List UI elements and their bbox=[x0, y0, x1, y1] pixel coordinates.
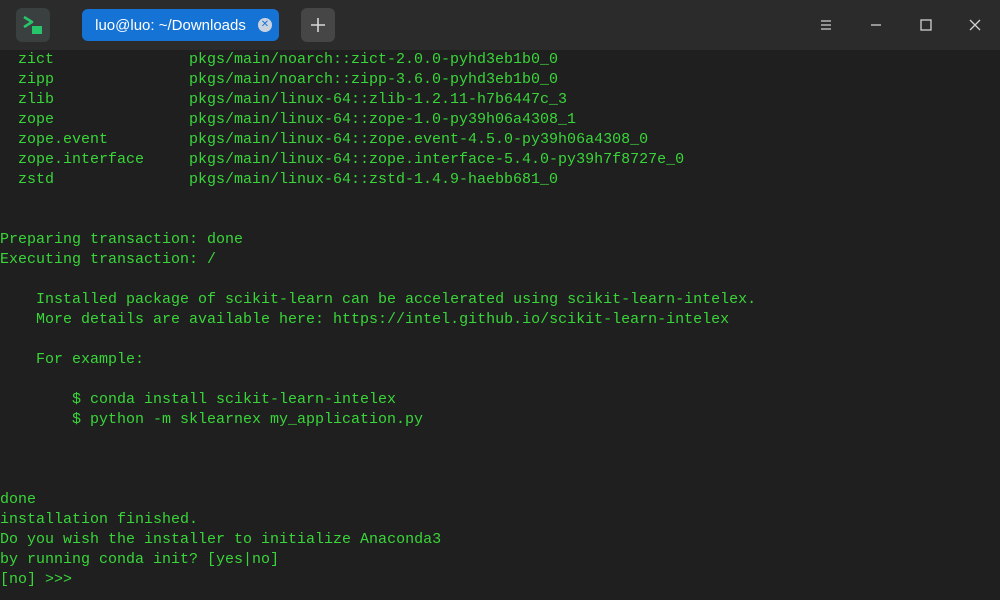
maximize-icon bbox=[920, 19, 932, 31]
package-name: zipp bbox=[18, 71, 55, 88]
package-name: zstd bbox=[18, 171, 55, 188]
terminal-window: luo@luo: ~/Downloads ✕ zict pkgs/main/no… bbox=[0, 0, 1000, 600]
package-name: zope.event bbox=[18, 131, 109, 148]
package-source: pkgs/main/linux-64::zope.interface-5.4.0… bbox=[189, 151, 685, 168]
package-source: pkgs/main/linux-64::zlib-1.2.11-h7b6447c… bbox=[189, 91, 568, 108]
package-name: zope bbox=[18, 111, 55, 128]
package-source: pkgs/main/noarch::zipp-3.6.0-pyhd3eb1b0_… bbox=[189, 71, 559, 88]
new-tab-button[interactable] bbox=[301, 8, 335, 42]
input-prompt[interactable]: [no] >>> bbox=[0, 570, 72, 590]
package-name: zope.interface bbox=[18, 151, 145, 168]
text-cursor bbox=[84, 570, 85, 590]
intelex-note-line: Installed package of scikit-learn can be… bbox=[36, 291, 757, 308]
finished-line: installation finished. bbox=[0, 511, 199, 528]
done-line: done bbox=[0, 491, 37, 508]
question-line: by running conda init? [yes|no] bbox=[0, 551, 280, 568]
maximize-button[interactable] bbox=[914, 13, 938, 37]
title-bar: luo@luo: ~/Downloads ✕ bbox=[0, 0, 1000, 50]
terminal-app-icon[interactable] bbox=[16, 8, 50, 42]
close-icon bbox=[969, 19, 981, 31]
tab-terminal[interactable]: luo@luo: ~/Downloads ✕ bbox=[82, 9, 279, 41]
command-line: $ python -m sklearnex my_application.py bbox=[72, 411, 424, 428]
terminal-output[interactable]: zict pkgs/main/noarch::zict-2.0.0-pyhd3e… bbox=[0, 50, 1000, 600]
question-line: Do you wish the installer to initialize … bbox=[0, 531, 442, 548]
minimize-icon bbox=[871, 24, 881, 26]
command-line: $ conda install scikit-learn-intelex bbox=[72, 391, 397, 408]
tab-title: luo@luo: ~/Downloads bbox=[95, 16, 246, 34]
for-example-line: For example: bbox=[36, 351, 145, 368]
executing-line: Executing transaction: / bbox=[0, 251, 217, 268]
plus-icon bbox=[311, 18, 325, 32]
close-window-button[interactable] bbox=[963, 13, 987, 37]
package-source: pkgs/main/noarch::zict-2.0.0-pyhd3eb1b0_… bbox=[189, 51, 559, 68]
hamburger-menu-icon bbox=[821, 20, 831, 30]
package-name: zict bbox=[18, 51, 55, 68]
menu-button[interactable] bbox=[814, 13, 838, 37]
preparing-line: Preparing transaction: done bbox=[0, 231, 244, 248]
intelex-details-line: More details are available here: https:/… bbox=[36, 311, 730, 328]
package-source: pkgs/main/linux-64::zope-1.0-py39h06a430… bbox=[189, 111, 577, 128]
package-source: pkgs/main/linux-64::zope.event-4.5.0-py3… bbox=[189, 131, 649, 148]
package-source: pkgs/main/linux-64::zstd-1.4.9-haebb681_… bbox=[189, 171, 559, 188]
minimize-button[interactable] bbox=[864, 13, 888, 37]
package-name: zlib bbox=[18, 91, 55, 108]
close-icon[interactable]: ✕ bbox=[258, 18, 272, 32]
